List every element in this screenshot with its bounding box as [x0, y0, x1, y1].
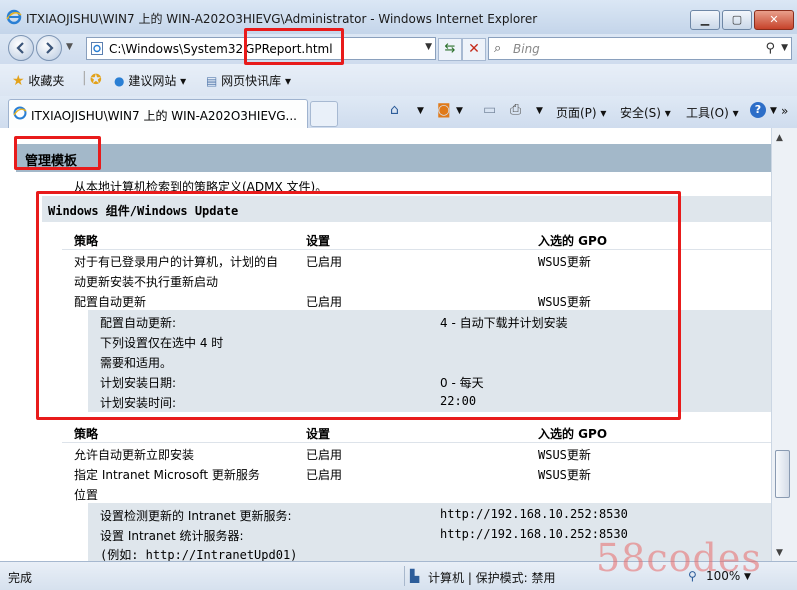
maximize-button[interactable]: ▢ [722, 10, 752, 30]
minimize-button[interactable]: ▁ [690, 10, 720, 30]
column-header-gpo: 入选的 GPO [538, 427, 608, 441]
tab-page-icon [13, 106, 27, 120]
status-text: 完成 [8, 571, 33, 585]
url-path: C:\Windows\System32 [109, 42, 244, 56]
column-header-setting: 设置 [306, 427, 331, 441]
divider [404, 566, 405, 586]
refresh-icon: ⇆ [444, 41, 456, 56]
stop-icon: ✕ [468, 41, 480, 57]
security-zone[interactable]: 计算机 | 保护模式: 禁用 [428, 569, 556, 586]
favorites-star-icon: ★ [12, 73, 25, 89]
policy-name: 允许自动更新立即安装 [74, 448, 195, 462]
policy-setting: 已启用 [306, 448, 343, 462]
minimize-icon: ▁ [700, 13, 710, 26]
watermark: 58codes [596, 536, 762, 580]
detail-label: 设置检测更新的 Intranet 更新服务: [100, 509, 292, 523]
help-icon[interactable]: ? [750, 102, 766, 118]
feeds-dropdown-icon[interactable]: ▼ [456, 106, 463, 116]
section-header-admin-templates[interactable]: 管理模板 [16, 144, 771, 172]
back-button[interactable] [8, 35, 34, 61]
title-bar: ITXIAOJISHU\WIN7 上的 WIN-A202O3HIEVG\Admi… [0, 0, 797, 34]
read-mail-icon[interactable]: ▭ [483, 102, 496, 118]
policy-name: 指定 Intranet Microsoft 更新服务 [74, 468, 260, 482]
tab-and-command-bar: ITXIAOJISHU\WIN7 上的 WIN-A202O3HIEVG... ⌂… [0, 96, 797, 129]
tab-gpreport[interactable]: ITXIAOJISHU\WIN7 上的 WIN-A202O3HIEVG... [8, 99, 308, 128]
scroll-down-icon[interactable]: ▼ [776, 548, 783, 558]
window-title: ITXIAOJISHU\WIN7 上的 WIN-A202O3HIEVG\Admi… [26, 12, 538, 26]
forward-arrow-icon [46, 42, 54, 54]
policy-gpo: WSUS更新 [538, 468, 591, 482]
close-button[interactable]: ✕ [754, 10, 794, 30]
home-icon[interactable]: ⌂ [390, 102, 399, 118]
search-provider-dropdown-icon[interactable]: ▼ [781, 43, 788, 53]
ie-logo-icon [6, 9, 22, 25]
divider [62, 442, 771, 443]
divider: | [82, 70, 87, 86]
forward-button[interactable] [36, 35, 62, 61]
suggested-sites-link[interactable]: ● 建议网站 ▾ [114, 72, 186, 89]
add-favorite-icon: ✪ [90, 72, 102, 88]
print-dropdown-icon[interactable]: ▼ [536, 106, 543, 116]
policy-name-continued: 位置 [74, 488, 99, 502]
highlight-url-file [244, 28, 344, 65]
detail-label: 设置 Intranet 统计服务器: [100, 529, 244, 543]
globe-icon: ● [114, 74, 125, 88]
search-go-icon[interactable]: ⚲ [765, 41, 775, 56]
vertical-scrollbar[interactable]: ▲ ▼ [771, 128, 797, 561]
help-dropdown-icon[interactable]: ▼ [770, 106, 777, 116]
navigation-bar: ▼ C:\Windows\System32 GPReport.html ▼ ⇆ ✕… [0, 34, 797, 64]
tools-menu[interactable]: 工具(O) ▾ [686, 104, 739, 121]
print-icon[interactable]: ⎙ [510, 102, 521, 118]
detail-example: (例如: http://IntranetUpd01) [100, 548, 298, 561]
refresh-button[interactable]: ⇆ [438, 38, 462, 61]
favorites-button[interactable]: ★ 收藏夹 [12, 72, 64, 89]
policy-gpo: WSUS更新 [538, 448, 591, 462]
tab-title: ITXIAOJISHU\WIN7 上的 WIN-A202O3HIEVG... [31, 109, 297, 123]
more-commands-icon[interactable]: » [781, 104, 788, 118]
web-slice-gallery-link[interactable]: ▤ 网页快讯库 ▾ [206, 72, 291, 89]
search-placeholder: Bing [513, 42, 540, 56]
new-tab-button[interactable] [310, 101, 338, 127]
close-icon: ✕ [769, 13, 779, 26]
scrollbar-thumb[interactable] [775, 450, 790, 498]
home-dropdown-icon[interactable]: ▼ [417, 106, 424, 116]
search-box[interactable]: ⌕ Bing ⚲ ▼ [488, 37, 792, 60]
scroll-up-icon[interactable]: ▲ [776, 133, 783, 143]
computer-zone-icon: ▙ [410, 569, 420, 583]
highlight-section-title [14, 136, 101, 170]
feeds-icon[interactable]: ◙ [437, 102, 451, 118]
maximize-icon: ▢ [731, 13, 743, 26]
safety-menu[interactable]: 安全(S) ▾ [620, 104, 671, 121]
address-dropdown-icon[interactable]: ▼ [425, 42, 432, 52]
add-favorite-button[interactable]: ✪ [90, 72, 102, 88]
page-icon [91, 42, 103, 55]
history-dropdown-icon[interactable]: ▼ [66, 42, 73, 52]
column-header-policy: 策略 [74, 427, 99, 441]
ie-window: ITXIAOJISHU\WIN7 上的 WIN-A202O3HIEVG\Admi… [0, 0, 797, 590]
stop-button[interactable]: ✕ [462, 38, 486, 61]
detail-value: http://192.168.10.252:8530 [440, 507, 628, 521]
favorites-bar: ★ 收藏夹 | ✪ ● 建议网站 ▾ ▤ 网页快讯库 ▾ [0, 64, 797, 97]
highlight-windows-update-block [36, 191, 681, 420]
web-slice-icon: ▤ [206, 74, 218, 88]
bing-search-icon: ⌕ [494, 41, 502, 56]
back-arrow-icon [16, 42, 24, 54]
policy-setting: 已启用 [306, 468, 343, 482]
page-menu[interactable]: 页面(P) ▾ [556, 104, 606, 121]
